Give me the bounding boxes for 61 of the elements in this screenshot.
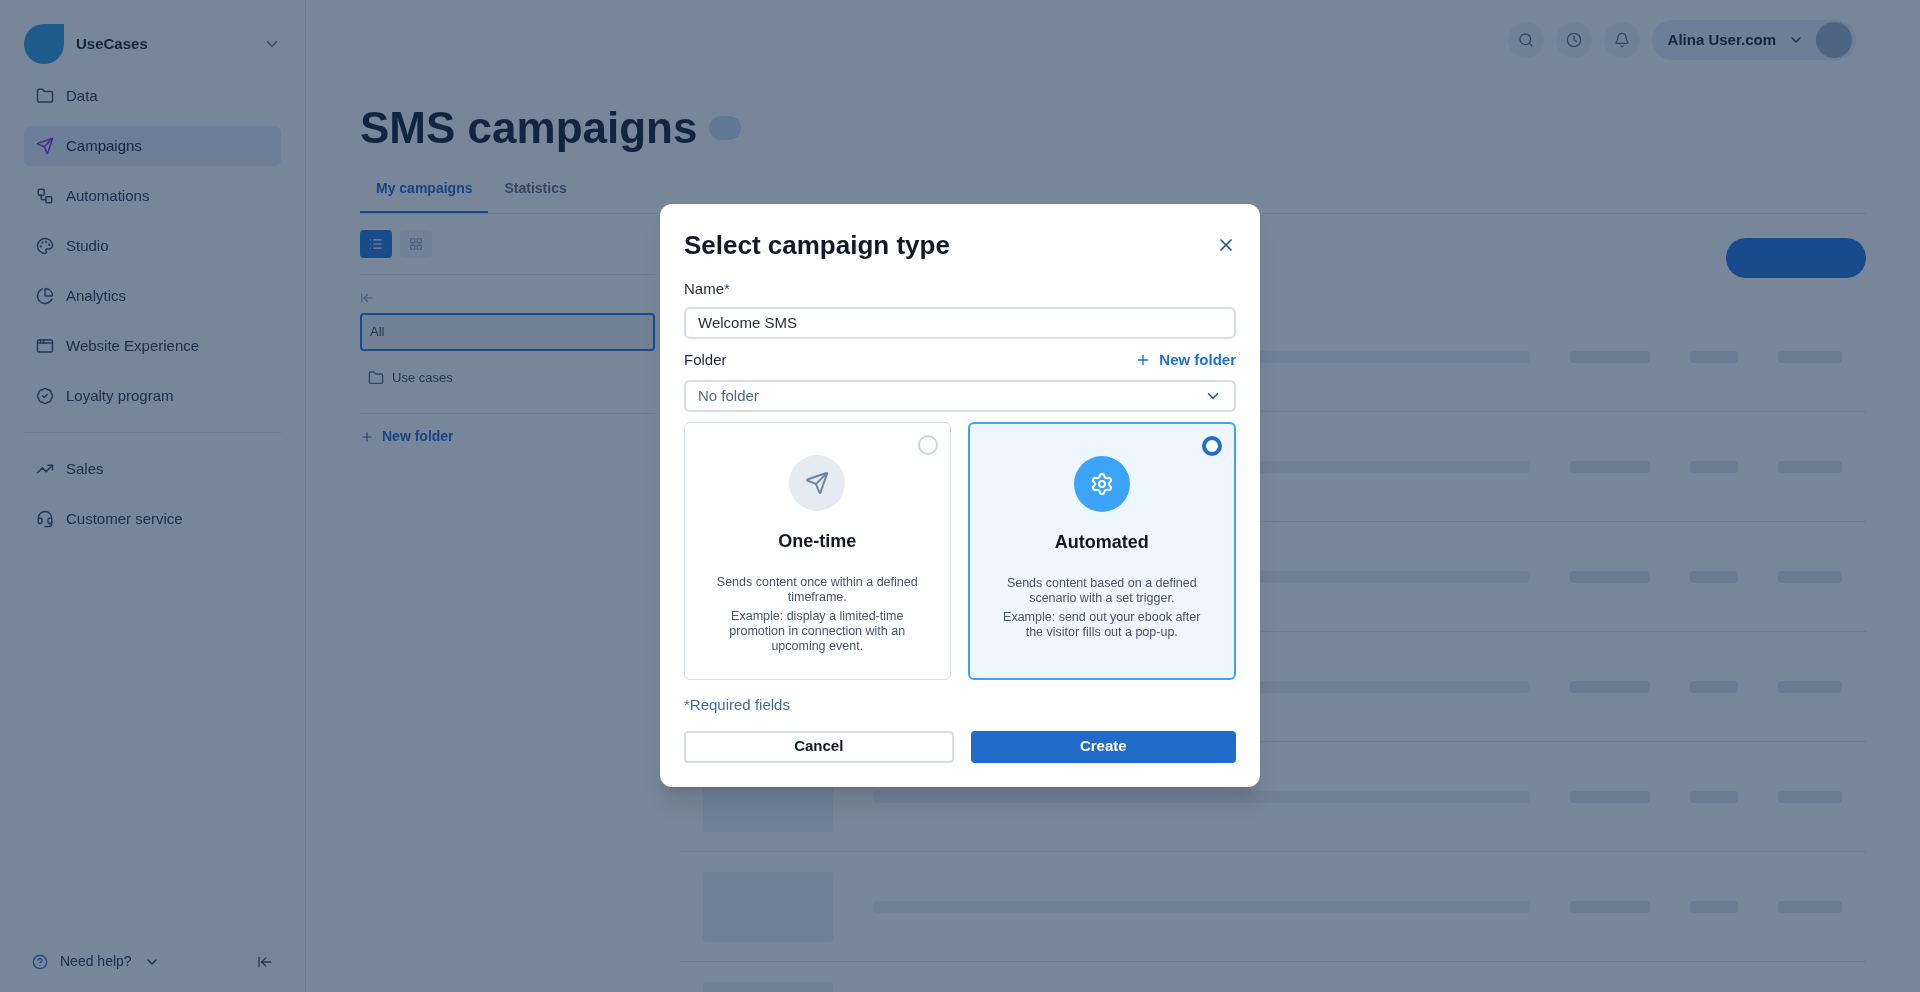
send-icon <box>36 137 54 155</box>
sidebar-item[interactable]: Website Experience <box>24 326 281 366</box>
sidebar-item[interactable]: Loyalty program <box>24 376 281 416</box>
dialog-title: Select campaign type <box>684 232 950 258</box>
new-folder-link[interactable]: New folder <box>382 426 454 447</box>
list-view-button[interactable] <box>360 230 392 258</box>
folder-select[interactable]: No folder <box>684 380 1236 412</box>
sidebar-item[interactable]: Sales <box>24 449 281 489</box>
help-icon <box>32 953 48 970</box>
radio-button[interactable] <box>1202 436 1222 456</box>
campaign-type-card[interactable]: One-time Sends content once within a defined timeframe. Example: display a limited-time promotion in connection with an upcoming event. <box>684 422 951 680</box>
workspace-name: UseCases <box>76 33 149 54</box>
field-label: Folder <box>684 349 727 370</box>
sidebar-item[interactable]: Data <box>24 76 281 116</box>
cancel-button[interactable]: Cancel <box>684 730 954 763</box>
tab[interactable]: Statistics <box>488 178 583 213</box>
grid-view-button[interactable] <box>400 230 432 258</box>
headset-icon <box>36 510 54 528</box>
create-campaign-button[interactable] <box>1726 238 1866 278</box>
browser-icon <box>36 337 54 355</box>
required-note: *Required fields <box>684 695 791 715</box>
avatar <box>1816 22 1852 58</box>
field-label: Name* <box>684 279 731 299</box>
new-folder-link[interactable]: New folder <box>1135 348 1236 371</box>
folder-item[interactable]: Use cases <box>360 359 655 397</box>
sidebar-item[interactable]: Analytics <box>24 276 281 316</box>
card-example: Example: send out your ebook after the visitor fills out a pop-up. <box>1002 610 1202 640</box>
clock-button[interactable] <box>1555 22 1592 58</box>
folder-item[interactable]: All <box>360 313 655 351</box>
chart-icon <box>36 287 54 305</box>
notifications-button[interactable] <box>1603 22 1640 58</box>
search-icon <box>1517 32 1534 48</box>
logo-icon <box>24 24 64 64</box>
card-title: One-time <box>778 530 857 553</box>
palette-icon <box>36 237 54 255</box>
sidebar-item[interactable]: Customer service <box>24 499 281 539</box>
bell-icon <box>1613 32 1630 48</box>
name-field[interactable]: Welcome SMS <box>684 306 1236 339</box>
flow-icon <box>36 187 54 205</box>
card-title: Automated <box>1054 531 1149 554</box>
grid-icon <box>409 237 423 251</box>
create-button[interactable]: Create <box>970 730 1236 763</box>
folder-icon <box>368 370 384 386</box>
plus-icon <box>360 429 374 444</box>
sidebar-item[interactable]: Studio <box>24 226 281 266</box>
sidebar-item[interactable]: Campaigns <box>24 126 281 166</box>
campaign-type-card[interactable]: Automated Sends content based on a defined scenario with a set trigger. Example: send out your ebook after the visitor fills out a pop-up. <box>967 422 1236 680</box>
clock-icon <box>1565 32 1582 48</box>
badge-icon <box>36 387 54 405</box>
collapse-icon[interactable] <box>360 291 374 305</box>
tab[interactable]: My campaigns <box>360 178 489 213</box>
card-description: Sends content based on a defined scenario with a set trigger. <box>1005 576 1198 606</box>
list-icon <box>369 237 383 251</box>
search-button[interactable] <box>1507 22 1544 58</box>
sidebar-item[interactable]: Automations <box>24 176 281 216</box>
card-description: Sends content once within a defined timeframe. <box>715 575 919 605</box>
card-example: Example: display a limited-time promotion in connection with an upcoming event. <box>728 609 907 654</box>
help-link[interactable]: Need help? <box>60 951 132 972</box>
page-title: SMS campaigns <box>360 106 698 150</box>
folder-icon <box>36 87 54 105</box>
user-menu[interactable]: Alina User.com <box>1651 20 1856 60</box>
